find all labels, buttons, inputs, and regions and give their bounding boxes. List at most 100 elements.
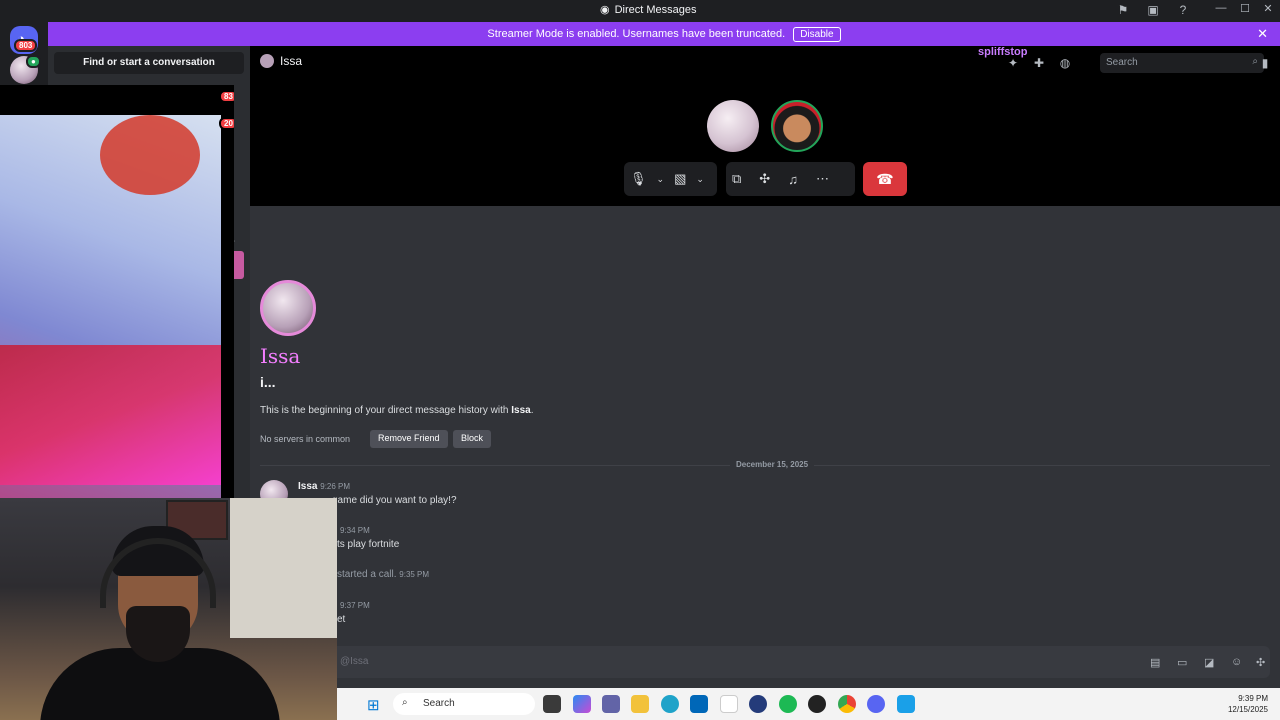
message-input[interactable]: @Issa ▤ ▭ ◪ ☺ ✣ xyxy=(260,646,1270,678)
add-friend-icon[interactable]: ✚ xyxy=(1032,56,1046,70)
message-input-placeholder: @Issa xyxy=(340,656,369,667)
call-avatar-self[interactable] xyxy=(771,100,823,152)
online-status-icon: ● xyxy=(26,55,41,68)
screen-share-button-icon[interactable]: ⧉ xyxy=(732,171,741,187)
title-bar: ◉ Direct Messages ⚑ ▣ ? — ☐ ✕ xyxy=(0,0,1280,22)
system-clock[interactable]: 9:39 PM 12/15/2025 xyxy=(1228,693,1268,715)
message-header: Issa 9:26 PM xyxy=(298,481,350,492)
gif-icon[interactable]: ▭ xyxy=(1177,656,1187,669)
call-started-text: started a call. xyxy=(337,569,397,580)
minimize-button[interactable]: — xyxy=(1209,2,1233,14)
webcam-overlay xyxy=(0,498,337,720)
search-input[interactable]: Search ⌕ xyxy=(1100,53,1264,73)
apps-icon[interactable]: ✣ xyxy=(1256,656,1265,669)
message-timestamp: 9:37 PM xyxy=(340,601,370,610)
pin-icon[interactable]: ✦ xyxy=(1006,56,1020,70)
more-options-icon[interactable]: ⋯ xyxy=(816,171,829,187)
streamer-name: spliffstop xyxy=(978,46,1028,58)
nba-app-icon[interactable] xyxy=(720,695,738,713)
disconnect-call-button[interactable]: ☎ xyxy=(863,162,907,196)
camera-off-icon[interactable]: ▧ xyxy=(674,171,686,187)
sticker-icon[interactable]: ◪ xyxy=(1204,656,1214,669)
close-icon[interactable]: ✕ xyxy=(1257,26,1268,42)
call-avatar-issa[interactable] xyxy=(707,100,759,152)
call-system-message: started a call. 9:35 PM xyxy=(337,569,429,580)
channel-avatar xyxy=(260,54,274,68)
history-beginning-text: This is the beginning of your direct mes… xyxy=(260,405,533,416)
search-icon: ⌕ xyxy=(402,697,408,708)
spotify-icon[interactable] xyxy=(779,695,797,713)
maximize-button[interactable]: ☐ xyxy=(1233,2,1257,15)
channel-name: Issa xyxy=(280,54,303,68)
clock-date: 12/15/2025 xyxy=(1227,705,1268,714)
game-scene-foreground xyxy=(0,345,221,485)
close-window-button[interactable]: ✕ xyxy=(1256,2,1280,15)
message-author[interactable]: Issa xyxy=(298,481,317,492)
discord-taskbar-icon[interactable] xyxy=(867,695,885,713)
inbox-flag-icon[interactable]: ⚑ xyxy=(1116,3,1130,17)
help-icon[interactable]: ? xyxy=(1176,3,1190,17)
message-text: ts play fortnite xyxy=(337,539,400,550)
screen-share-icon[interactable]: ▣ xyxy=(1146,3,1160,17)
remove-friend-button[interactable]: Remove Friend xyxy=(370,430,448,448)
mutual-servers-text: No servers in common xyxy=(260,434,351,444)
message-timestamp: 9:34 PM xyxy=(340,526,370,535)
taskbar-search-label: Search xyxy=(423,698,455,709)
windows-start-icon[interactable]: ⊞ xyxy=(367,696,380,714)
history-beginning-suffix: . xyxy=(530,405,534,416)
emoji-icon[interactable]: ☺ xyxy=(1231,656,1242,668)
windows-taskbar: ⊞ ⌕ Search 9:39 PM 12/15/2025 xyxy=(337,688,1280,720)
streamer-mode-banner: Streamer Mode is enabled. Usernames have… xyxy=(48,22,1280,46)
find-conversation-button[interactable]: Find or start a conversation xyxy=(54,52,244,74)
activity-controls: ⧉ ✣ ♫ ⋯ xyxy=(726,162,855,196)
server-badge-1: 83 xyxy=(219,90,234,103)
game-stream-overlay: 83 20 xyxy=(0,85,234,500)
history-beginning-name: Issa xyxy=(511,405,531,416)
clock-time: 9:39 PM xyxy=(1238,694,1268,703)
inbox-icon[interactable]: ▮ xyxy=(1258,56,1272,70)
gift-icon[interactable]: ▤ xyxy=(1150,656,1160,669)
soundboard-icon[interactable]: ♫ xyxy=(788,172,798,187)
profile-display-name: Issa xyxy=(260,344,301,368)
file-explorer-icon[interactable] xyxy=(631,695,649,713)
edge-icon[interactable] xyxy=(661,695,679,713)
chrome-icon[interactable] xyxy=(838,695,856,713)
block-button[interactable]: Block xyxy=(453,430,492,448)
app-icon[interactable] xyxy=(749,695,767,713)
chat-area: Issa i... This is the beginning of your … xyxy=(250,206,1280,702)
window-title: ◉ Direct Messages xyxy=(600,3,697,17)
obs-icon[interactable] xyxy=(808,695,826,713)
profile-avatar[interactable] xyxy=(260,280,316,336)
disable-streamer-mode-button[interactable]: Disable xyxy=(793,26,841,42)
teams-icon[interactable] xyxy=(602,695,620,713)
game-scene-object xyxy=(100,115,200,195)
home-badge: 803 xyxy=(14,39,38,52)
webcam-background xyxy=(230,498,337,638)
taskbar-search[interactable]: ⌕ Search xyxy=(393,693,535,715)
camera-options-chevron-down-icon[interactable]: ⌄ xyxy=(696,174,704,185)
banner-text: Streamer Mode is enabled. Usernames have… xyxy=(487,28,786,40)
copilot-icon[interactable] xyxy=(573,695,591,713)
window-title-text: Direct Messages xyxy=(614,3,697,16)
date-separator-label: December 15, 2025 xyxy=(730,460,815,469)
discord-icon: ◉ xyxy=(600,4,610,16)
voice-video-controls: 🎙︎ ⌄ ▧ ⌄ xyxy=(624,162,717,196)
history-beginning-prefix: This is the beginning of your direct mes… xyxy=(260,405,512,416)
mic-options-chevron-down-icon[interactable]: ⌄ xyxy=(657,174,665,185)
phone-hangup-icon: ☎ xyxy=(876,171,894,187)
activities-icon[interactable]: ✣ xyxy=(759,171,770,187)
microphone-icon[interactable]: 🎙︎ xyxy=(630,171,647,187)
message-timestamp: 9:35 PM xyxy=(399,570,430,579)
channel-title: Issa xyxy=(260,54,302,68)
profile-username: i... xyxy=(260,374,276,390)
date-separator: December 15, 2025 xyxy=(260,460,1270,469)
task-view-icon[interactable] xyxy=(543,695,561,713)
server-badge-2: 20 xyxy=(219,117,234,130)
call-header: Issa spliffstop ✦ ✚ ◍ Search ⌕ ▮ 🎙︎ ⌄ ▧ … xyxy=(250,46,1280,206)
user-profile-icon[interactable]: ◍ xyxy=(1058,56,1072,70)
message-text: et xyxy=(337,614,346,625)
fortnite-icon[interactable] xyxy=(897,695,915,713)
message-timestamp: 9:26 PM xyxy=(320,482,351,491)
message-text: game did you want to play!? xyxy=(332,495,457,506)
store-icon[interactable] xyxy=(690,695,708,713)
